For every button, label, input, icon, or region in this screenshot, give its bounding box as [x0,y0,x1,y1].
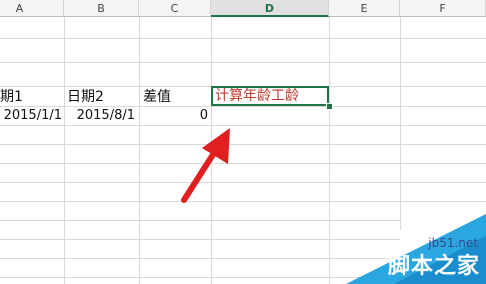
cell-b4[interactable]: 日期2 [67,87,104,107]
grid-line [0,62,486,63]
cell-b5[interactable]: 2015/8/1 [64,106,135,126]
watermark-name: 脚本之家 [387,254,480,279]
cell-d4-active[interactable]: 计算年龄工龄 [211,86,329,106]
column-header-e[interactable]: E [329,0,400,17]
grid-line [0,163,486,164]
grid-line [0,277,400,278]
grid-line [0,144,486,145]
column-header-c[interactable]: C [139,0,211,17]
cell-c4[interactable]: 差值 [143,87,171,107]
cell-a5[interactable]: 2015/1/1 [0,106,62,126]
pointer-arrow-icon [181,128,230,203]
fill-handle[interactable] [326,103,333,110]
grid-line [400,17,401,230]
grid-line [0,38,486,39]
site-watermark: jb51.net 脚本之家 [346,214,486,284]
grid-line [0,239,400,240]
grid-line [0,182,486,183]
cell-a4[interactable]: 日期1 [0,87,23,107]
column-header-d[interactable]: D [211,0,329,17]
column-header-b[interactable]: B [64,0,139,17]
column-header-a[interactable]: A [0,0,64,17]
grid-line [64,17,65,284]
column-header-f[interactable]: F [400,0,486,17]
grid-line [0,258,400,259]
grid-line [0,201,486,202]
grid-line [329,17,330,284]
grid-line [0,220,400,221]
grid-line [139,17,140,284]
spreadsheet-grid[interactable]: A B C D E F 日期1 日期2 差值 计算年龄工龄 2015/1/1 2… [0,0,486,284]
